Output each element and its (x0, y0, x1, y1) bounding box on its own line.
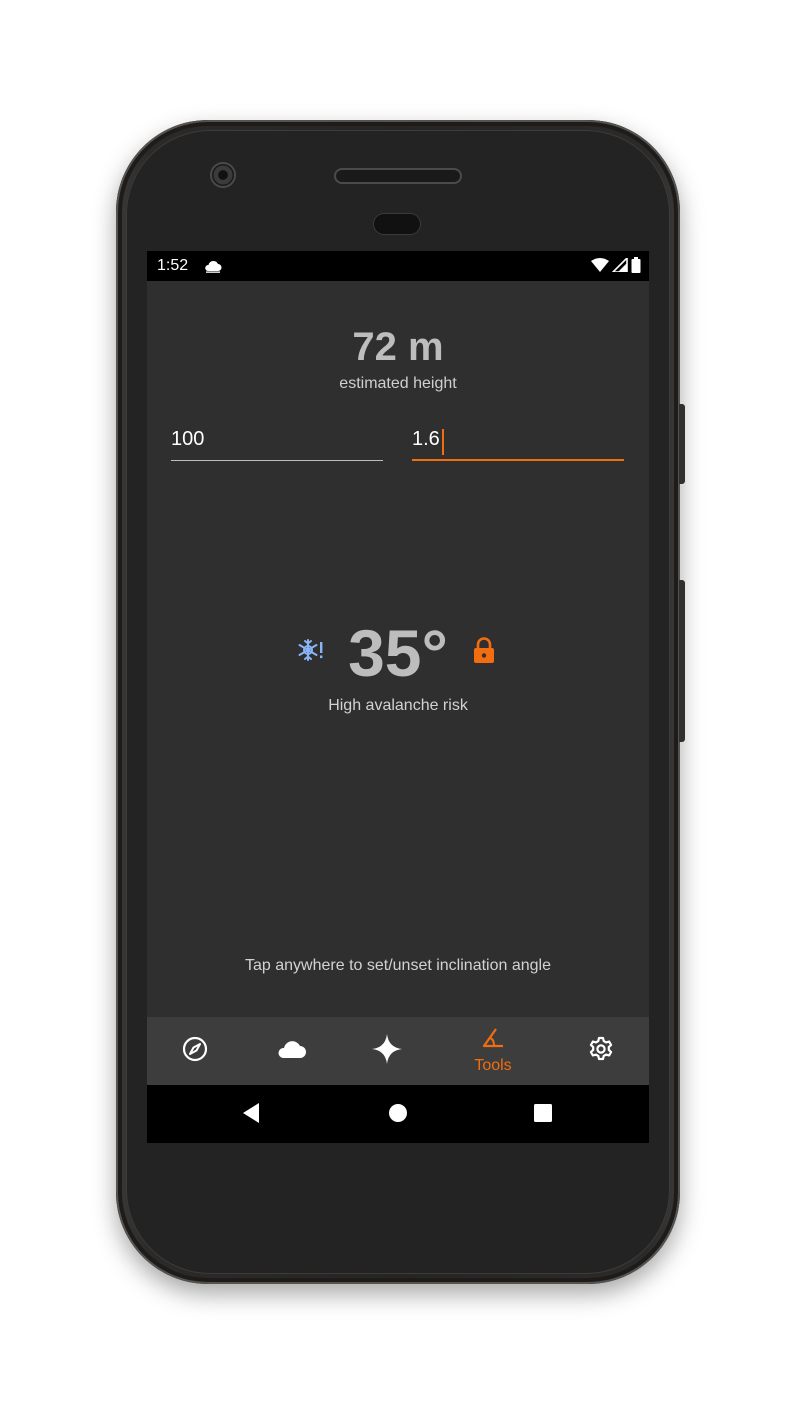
nav-item-settings[interactable] (553, 1017, 649, 1085)
estimated-height-value: 72 m (352, 325, 444, 369)
instruction-hint: Tap anywhere to set/unset inclination an… (245, 957, 551, 974)
estimated-height-label: estimated height (339, 375, 457, 392)
status-time: 1:52 (157, 257, 189, 274)
proximity-sensor (374, 214, 420, 234)
nav-label-tools: Tools (474, 1056, 512, 1074)
lock-icon[interactable] (472, 637, 496, 670)
battery-icon (631, 257, 641, 278)
power-button (679, 404, 685, 484)
front-camera (212, 164, 234, 186)
status-icons (591, 256, 641, 278)
astronomy-star-icon (372, 1033, 402, 1069)
signal-icon (611, 256, 628, 277)
nav-item-tools[interactable]: Tools (445, 1017, 541, 1085)
screen: 1:52 72 m estimated height 35° (147, 251, 649, 1143)
cloud-icon (203, 259, 223, 278)
cloud-icon (275, 1038, 307, 1065)
tools-angle-icon (481, 1027, 505, 1055)
gear-icon (588, 1036, 614, 1067)
system-navigation-bar (147, 1085, 649, 1143)
compass-icon (182, 1036, 208, 1067)
angle-display: 35° (147, 615, 649, 695)
avalanche-warning-icon (297, 637, 325, 670)
nav-item-navigation[interactable] (147, 1017, 243, 1085)
wifi-icon (591, 258, 609, 277)
bottom-navigation: Tools (147, 1017, 649, 1085)
home-icon[interactable] (387, 1101, 409, 1130)
recents-icon[interactable] (533, 1101, 553, 1130)
status-bar: 1:52 (147, 251, 649, 281)
inclination-angle-value: 35° (348, 616, 448, 690)
nav-item-weather[interactable] (243, 1017, 339, 1085)
text-cursor (442, 429, 444, 455)
earpiece-speaker (336, 170, 460, 182)
distance-input[interactable] (171, 425, 383, 461)
nav-item-astronomy[interactable] (339, 1017, 435, 1085)
avalanche-risk-label: High avalanche risk (328, 697, 468, 714)
volume-button (679, 580, 685, 742)
inclinometer-panel[interactable]: 72 m estimated height 35° (147, 281, 649, 1017)
back-icon[interactable] (241, 1101, 261, 1130)
